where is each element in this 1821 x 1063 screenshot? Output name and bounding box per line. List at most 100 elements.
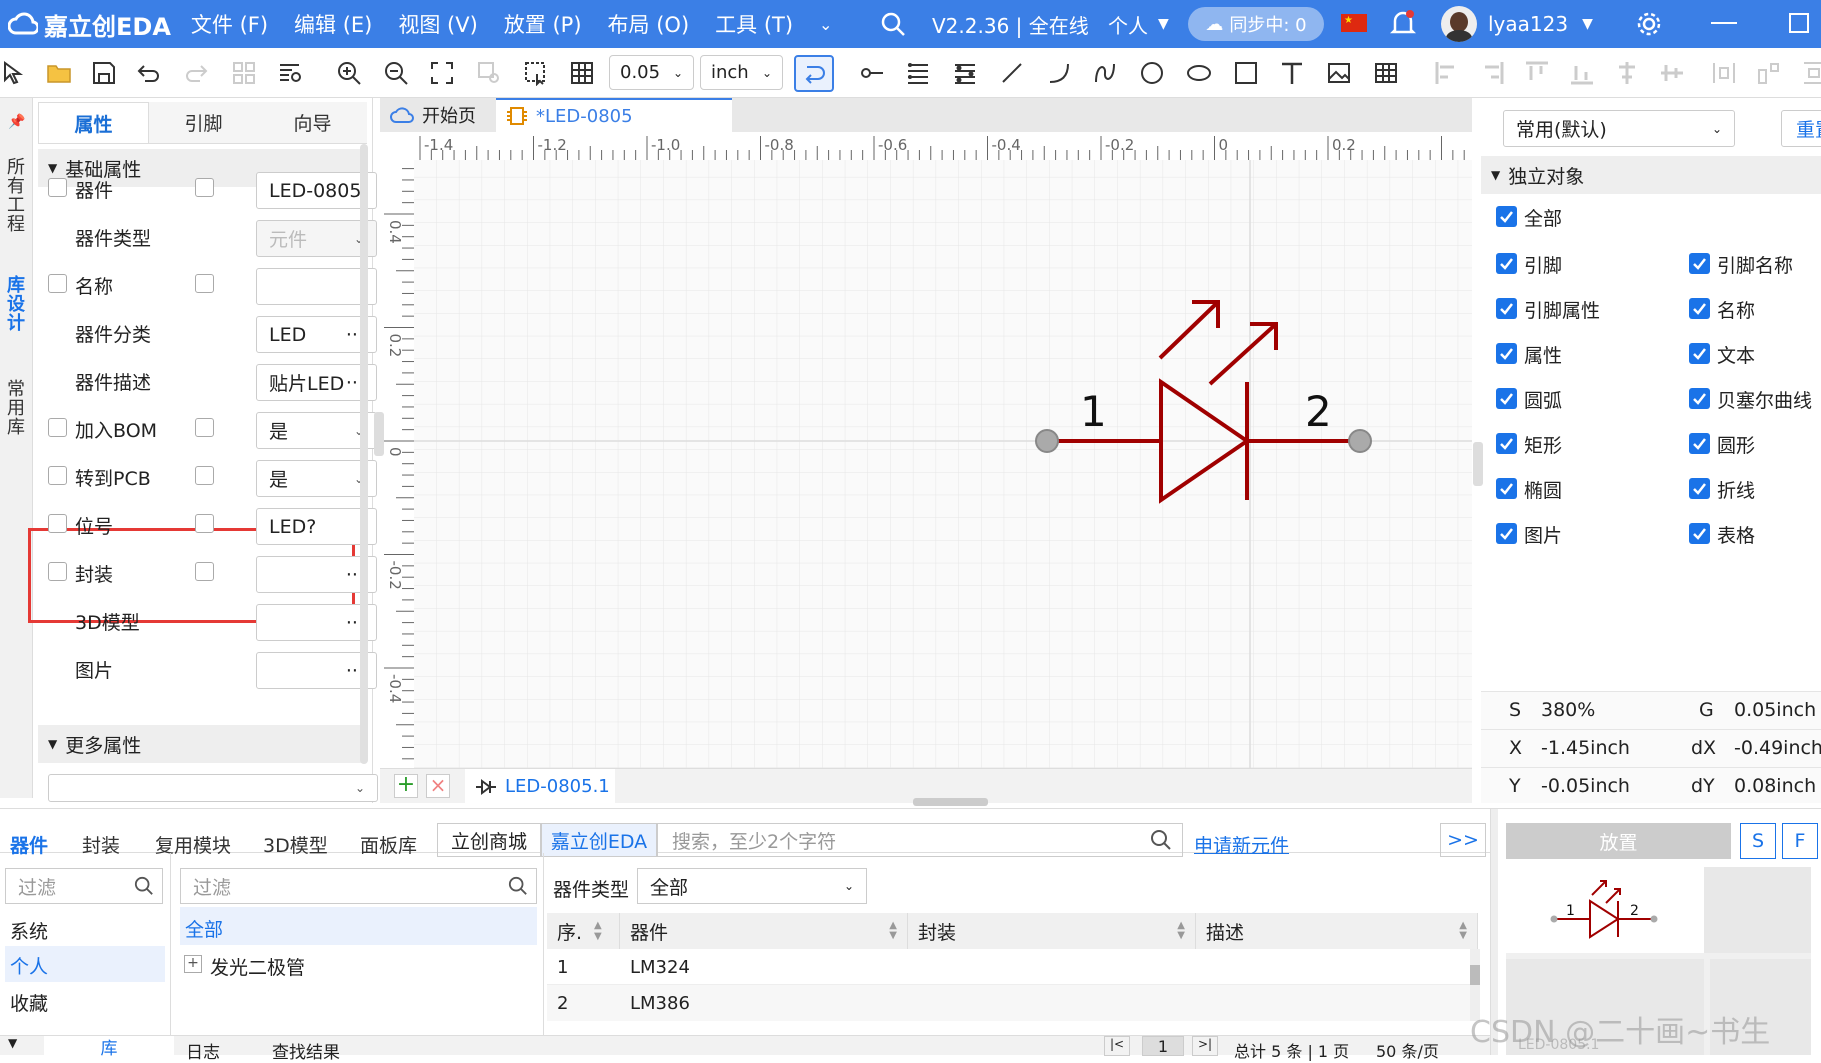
menu-more-chevron-icon[interactable]: ⌄	[819, 15, 832, 34]
mode-select[interactable]: 个人 ▼	[1108, 0, 1169, 48]
last-page-icon[interactable]: >|	[1192, 1036, 1218, 1056]
grid-icon[interactable]	[568, 59, 596, 87]
sheet-tab[interactable]: LED-0805.1	[465, 769, 615, 804]
expand-plus-icon[interactable]: +	[184, 955, 202, 973]
align-search-icon[interactable]	[276, 59, 304, 87]
filter-right-2-checkbox[interactable]	[1689, 343, 1710, 364]
tab-led-0805[interactable]: *LED-0805	[496, 98, 732, 132]
filter-all-checkbox[interactable]	[1496, 206, 1517, 227]
library-search-input[interactable]: 搜索，至少2个字符	[657, 823, 1183, 857]
align-top-icon[interactable]	[1523, 59, 1551, 87]
left-collapse-handle[interactable]	[374, 412, 384, 456]
ellipse-tool-icon[interactable]	[1185, 59, 1213, 87]
first-page-icon[interactable]: |<	[1104, 1036, 1130, 1056]
sync-button[interactable]: ☁ 同步中: 0	[1188, 7, 1324, 41]
search-icon[interactable]	[1150, 829, 1172, 851]
tab-properties[interactable]: 属性	[38, 102, 149, 143]
name-value-checkbox[interactable]	[195, 274, 214, 293]
designator-input[interactable]: LED?	[256, 508, 377, 545]
settings-gear-icon[interactable]	[1636, 11, 1662, 42]
image-tool-icon[interactable]	[1325, 59, 1353, 87]
redo-icon[interactable]	[182, 59, 210, 87]
grid-size-select[interactable]: 0.05 ⌄	[609, 55, 694, 90]
col-index[interactable]: 序. ▲ ▼	[547, 913, 620, 949]
name-input[interactable]	[256, 268, 377, 305]
align-vcenter-icon[interactable]	[1658, 59, 1686, 87]
add-bom-value-checkbox[interactable]	[195, 418, 214, 437]
line-tool-icon[interactable]	[998, 59, 1026, 87]
filter-right-5-checkbox[interactable]	[1689, 478, 1710, 499]
zoom-area-icon[interactable]	[475, 59, 503, 87]
distribute-v-icon[interactable]	[1755, 59, 1783, 87]
align-bottom-icon[interactable]	[1568, 59, 1596, 87]
filter-right-6-checkbox[interactable]	[1689, 523, 1710, 544]
minimize-icon[interactable]	[1711, 22, 1737, 24]
device-checkbox[interactable]	[48, 178, 67, 197]
lib-tab-jlc-eda[interactable]: 嘉立创EDA	[541, 823, 657, 857]
delete-sheet-icon[interactable]: ×	[426, 774, 450, 798]
search-icon[interactable]	[880, 0, 906, 48]
device-type-filter-select[interactable]: 全部 ⌄	[637, 868, 867, 904]
snap-toggle-icon[interactable]	[794, 55, 834, 92]
lib-list-system[interactable]: 系统	[10, 917, 48, 944]
unit-select[interactable]: inch ⌄	[700, 55, 783, 90]
footer-tab-log[interactable]: 日志	[186, 1038, 220, 1063]
footer-tab-library[interactable]: 库	[44, 1036, 174, 1059]
align-right-icon[interactable]	[1478, 59, 1506, 87]
tab-start-page[interactable]: 开始页	[380, 98, 486, 132]
filter-left-3-checkbox[interactable]	[1496, 388, 1517, 409]
add-sheet-icon[interactable]: +	[394, 774, 418, 798]
pin-array-icon[interactable]	[904, 59, 932, 87]
bottom-collapse-handle[interactable]	[913, 798, 988, 806]
filter-preset-select[interactable]: 常用(默认) ⌄	[1503, 110, 1735, 147]
zoom-in-icon[interactable]	[335, 59, 363, 87]
device-value-checkbox[interactable]	[195, 178, 214, 197]
to-pcb-checkbox[interactable]	[48, 466, 67, 485]
bezier-tool-icon[interactable]	[1091, 59, 1119, 87]
tab-all-projects[interactable]: 所有工程	[4, 158, 28, 234]
category-all[interactable]: 全部	[180, 907, 537, 945]
lib-tab-lcsc-mall[interactable]: 立创商城	[437, 823, 541, 857]
text-tool-icon[interactable]	[1278, 59, 1306, 87]
tab-pins[interactable]: 引脚	[149, 102, 258, 143]
menu-edit[interactable]: 编辑 (E)	[294, 9, 372, 39]
col-footprint[interactable]: 封装 ▲ ▼	[908, 913, 1196, 949]
lib-tab-devices[interactable]: 器件	[10, 831, 48, 858]
page-number[interactable]: 1	[1142, 1036, 1184, 1056]
tab-common-library[interactable]: 常用库	[4, 380, 28, 437]
col-device[interactable]: 器件 ▲ ▼	[620, 913, 908, 949]
expand-more-button[interactable]: >>	[1440, 823, 1486, 857]
filter-right-4-checkbox[interactable]	[1689, 433, 1710, 454]
user-menu[interactable]: lyaa123 ▼	[1488, 0, 1593, 48]
filter-left-6-checkbox[interactable]	[1496, 523, 1517, 544]
lib-tab-reuse-modules[interactable]: 复用模块	[155, 831, 231, 858]
footprint-checkbox[interactable]	[48, 562, 67, 581]
category-filter-input[interactable]: 过滤	[180, 868, 537, 904]
right-collapse-handle[interactable]	[1473, 442, 1483, 486]
per-page-select[interactable]: 50 条/页	[1376, 1038, 1439, 1062]
grid-layout-icon[interactable]	[230, 59, 258, 87]
f-button[interactable]: F	[1782, 823, 1818, 859]
schematic-canvas[interactable]: -1.4 -1.2 -1.0 -0.8 -0.6 -0.4 -0.2 0 0.2 0.4 0.2 0…	[380, 132, 1472, 768]
col-description[interactable]: 描述 ▲ ▼	[1196, 913, 1478, 949]
app-logo[interactable]: 嘉立创EDA	[8, 7, 171, 42]
device-category-field[interactable]: LED ···	[256, 316, 377, 353]
table-row[interactable]: 1 LM324	[547, 949, 1478, 985]
lib-tab-panel-library[interactable]: 面板库	[360, 831, 417, 858]
fit-view-icon[interactable]	[428, 59, 456, 87]
pin-panel-icon[interactable]: 📌	[8, 114, 25, 130]
save-icon[interactable]	[90, 59, 118, 87]
filter-right-3-checkbox[interactable]	[1689, 388, 1710, 409]
filter-left-2-checkbox[interactable]	[1496, 343, 1517, 364]
s-button[interactable]: S	[1740, 823, 1776, 859]
open-folder-icon[interactable]	[45, 59, 73, 87]
distribute-h-icon[interactable]	[1710, 59, 1738, 87]
category-led[interactable]: 发光二极管	[210, 953, 305, 980]
3d-model-field[interactable]: ···	[256, 604, 377, 641]
more-tools-icon[interactable]	[1800, 59, 1821, 87]
add-bom-select[interactable]: 是 ⌄	[256, 412, 377, 449]
lib-tab-footprints[interactable]: 封装	[82, 831, 120, 858]
filter-left-5-checkbox[interactable]	[1496, 478, 1517, 499]
arc-tool-icon[interactable]	[1045, 59, 1073, 87]
lib-list-personal[interactable]: 个人	[5, 946, 165, 982]
